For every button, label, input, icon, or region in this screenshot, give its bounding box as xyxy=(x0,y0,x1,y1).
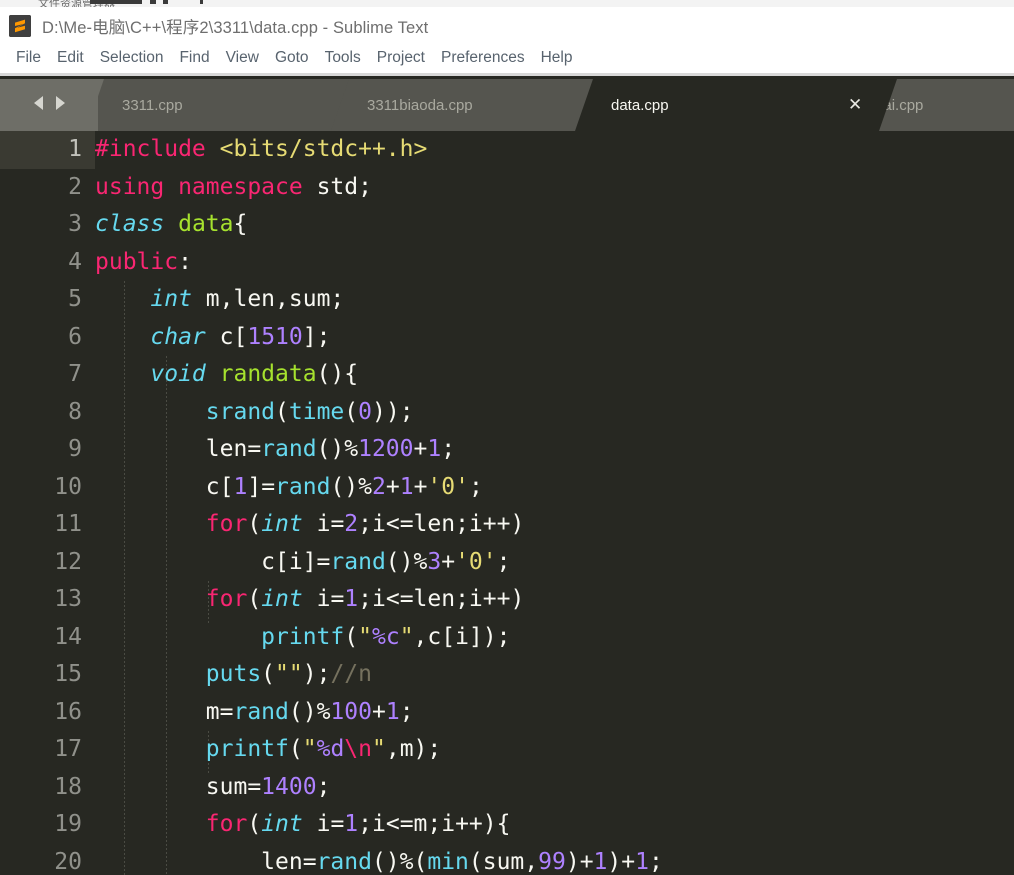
sublime-text-window: 文件资源管理器 D:\Me-电脑\C++\程序2\3311\data.cpp -… xyxy=(0,0,1014,875)
menu-item-selection[interactable]: Selection xyxy=(92,47,172,70)
line-content: len=rand()%1200+1; xyxy=(95,436,456,462)
sublime-text-logo-icon xyxy=(9,14,31,37)
code-line: 17 printf("%d\n",m); xyxy=(0,731,1014,769)
line-number: 3 xyxy=(68,211,82,237)
code-editor[interactable]: 1 #include <bits/stdc++.h> 2 using names… xyxy=(0,131,1014,875)
line-content: m=rand()%100+1; xyxy=(95,698,414,725)
line-number: 1 xyxy=(0,131,95,169)
code-line: 5 int m,len,sum; xyxy=(0,281,1014,319)
line-number: 17 xyxy=(54,736,82,762)
code-line: 19 for(int i=1;i<=m;i++){ xyxy=(0,806,1014,844)
line-number: 20 xyxy=(54,848,82,875)
line-number: 6 xyxy=(68,323,82,350)
code-line: 7 void randata(){ xyxy=(0,356,1014,394)
background-window-block xyxy=(90,0,142,4)
code-line: 10 c[1]=rand()%2+1+'0'; xyxy=(0,469,1014,507)
menu-item-file[interactable]: File xyxy=(8,47,49,70)
menu-item-tools[interactable]: Tools xyxy=(317,47,369,70)
line-number: 18 xyxy=(54,773,82,800)
tab-data-cpp[interactable]: data.cpp ✕ xyxy=(575,79,897,131)
line-content: public: xyxy=(95,248,192,275)
title-bar: D:\Me-电脑\C++\程序2\3311\data.cpp - Sublime… xyxy=(0,7,1014,44)
menu-item-edit[interactable]: Edit xyxy=(49,47,92,70)
line-content: for(int i=1;i<=m;i++){ xyxy=(205,811,511,837)
line-number: 10 xyxy=(54,473,82,500)
tab-close-icon[interactable]: ✕ xyxy=(848,96,862,113)
window-title: D:\Me-电脑\C++\程序2\3311\data.cpp - Sublime… xyxy=(42,18,429,37)
line-number: 11 xyxy=(54,511,82,537)
line-content: char c[1510]; xyxy=(150,323,331,350)
background-window-block xyxy=(163,0,168,4)
line-content: for(int i=2;i<=len;i++) xyxy=(205,511,525,537)
code-line: 2 using namespace std; xyxy=(0,169,1014,207)
line-content: #include <bits/stdc++.h> xyxy=(95,136,428,162)
arrow-right-icon[interactable] xyxy=(52,94,68,117)
code-line: 8 srand(time(0)); xyxy=(0,394,1014,432)
line-content: srand(time(0)); xyxy=(205,398,414,425)
line-number: 19 xyxy=(54,811,82,837)
line-content: c[1]=rand()%2+1+'0'; xyxy=(95,473,483,500)
code-line: 6 char c[1510]; xyxy=(0,319,1014,357)
line-content: len=rand()%(min(sum,99)+1)+1; xyxy=(95,848,663,875)
code-line: 18 sum=1400; xyxy=(0,769,1014,807)
line-number: 14 xyxy=(54,623,82,650)
code-line: 3 class data{ xyxy=(0,206,1014,244)
code-lines: 1 #include <bits/stdc++.h> 2 using names… xyxy=(0,131,1014,875)
line-number: 16 xyxy=(54,698,82,725)
line-number: 12 xyxy=(54,548,82,575)
menu-bar: File Edit Selection Find View Goto Tools… xyxy=(0,44,1014,76)
code-line: 12 c[i]=rand()%3+'0'; xyxy=(0,544,1014,582)
line-content: class data{ xyxy=(95,211,248,237)
line-content: for(int i=1;i<=len;i++) xyxy=(205,586,525,612)
line-number: 4 xyxy=(68,248,82,275)
code-line: 9 len=rand()%1200+1; xyxy=(0,431,1014,469)
line-number: 7 xyxy=(68,361,82,387)
menu-item-goto[interactable]: Goto xyxy=(267,47,317,70)
background-window-block xyxy=(150,0,156,4)
tab-label: 3311.cpp xyxy=(122,96,183,114)
code-line: 15 puts("");//n xyxy=(0,656,1014,694)
tab-label: 3311biaoda.cpp xyxy=(367,96,473,114)
line-number: 2 xyxy=(68,173,82,200)
menu-item-view[interactable]: View xyxy=(218,47,267,70)
menu-item-project[interactable]: Project xyxy=(369,47,433,70)
line-number: 9 xyxy=(68,436,82,462)
line-content: c[i]=rand()%3+'0'; xyxy=(95,548,511,575)
tab-navigation-controls xyxy=(0,79,98,131)
background-window-block xyxy=(200,0,203,4)
line-number: 8 xyxy=(68,398,82,425)
code-line: 4 public: xyxy=(0,244,1014,282)
line-number: 5 xyxy=(68,286,82,312)
line-content: void randata(){ xyxy=(150,361,359,387)
line-content: using namespace std; xyxy=(95,173,372,200)
code-line: 1 #include <bits/stdc++.h> xyxy=(0,131,1014,169)
line-content: sum=1400; xyxy=(95,773,331,800)
code-line: 13 for(int i=1;i<=len;i++) xyxy=(0,581,1014,619)
code-line: 20 len=rand()%(min(sum,99)+1)+1; xyxy=(0,844,1014,875)
tab-label: data.cpp xyxy=(611,96,669,114)
menu-item-help[interactable]: Help xyxy=(533,47,581,70)
code-line: 16 m=rand()%100+1; xyxy=(0,694,1014,732)
tab-bar: 3311.cpp ✕ 3311biaoda.cpp ✕ data.cpp ✕ d… xyxy=(0,79,1014,131)
line-content: printf("%d\n",m); xyxy=(205,736,442,762)
line-content: printf("%c",c[i]); xyxy=(261,623,511,650)
menu-item-find[interactable]: Find xyxy=(171,47,217,70)
arrow-left-icon[interactable] xyxy=(31,94,47,117)
code-line: 14 printf("%c",c[i]); xyxy=(0,619,1014,657)
line-number: 15 xyxy=(54,661,82,687)
menu-item-preferences[interactable]: Preferences xyxy=(433,47,533,70)
line-content: puts("");//n xyxy=(205,661,372,687)
code-line: 11 for(int i=2;i<=len;i++) xyxy=(0,506,1014,544)
line-content: int m,len,sum; xyxy=(150,286,345,312)
line-number: 13 xyxy=(54,586,82,612)
